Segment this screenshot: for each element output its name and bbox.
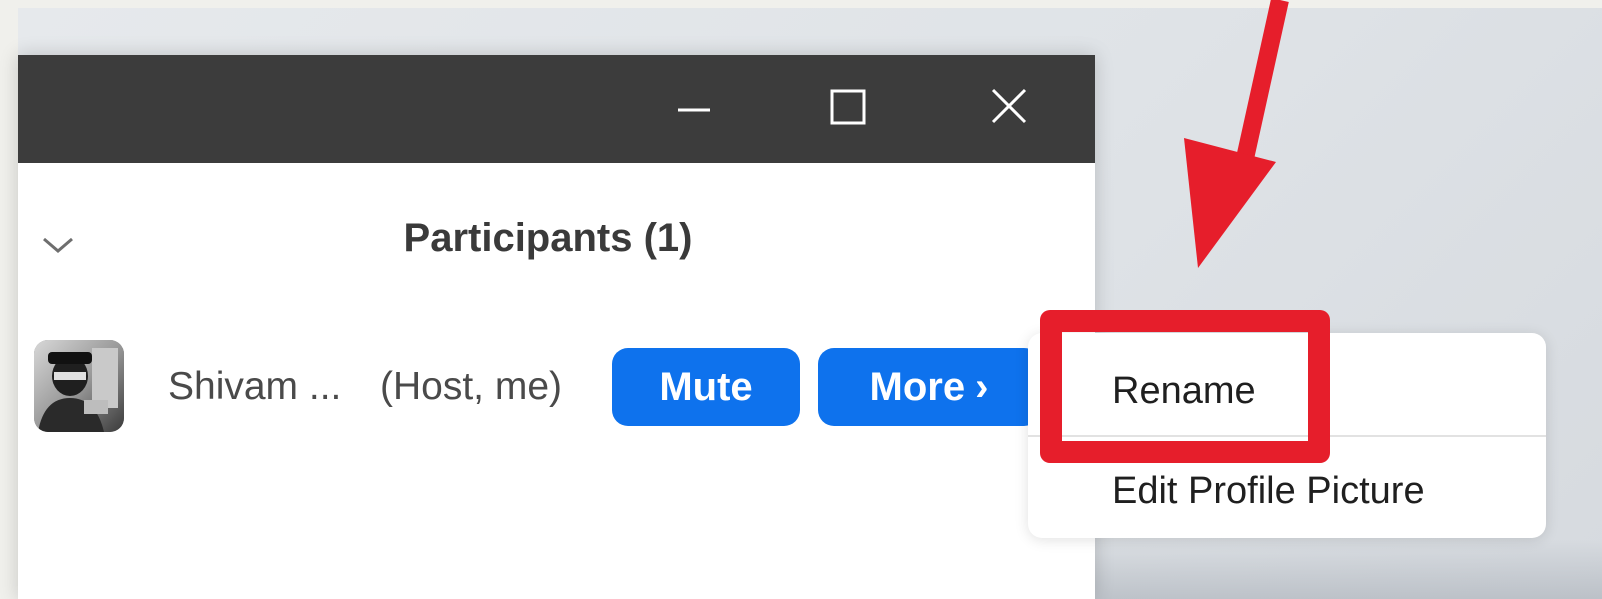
more-label: More — [869, 365, 966, 409]
avatar — [34, 340, 124, 432]
mute-button[interactable]: Mute — [612, 348, 800, 426]
menu-item-edit-profile-picture[interactable]: Edit Profile Picture — [1028, 461, 1546, 521]
more-menu: Rename Edit Profile Picture — [1028, 333, 1546, 538]
panel-title: Participants (1) — [403, 216, 693, 260]
minimize-button[interactable] — [666, 83, 722, 133]
participants-window: Participants (1) Shivam ... (Host, me) M… — [18, 55, 1095, 599]
collapse-panel-button[interactable] — [38, 230, 78, 258]
desktop-shade — [1090, 540, 1602, 599]
maximize-button[interactable] — [820, 83, 876, 133]
participant-row[interactable]: Shivam ... (Host, me) Mute More › — [18, 340, 1095, 440]
participant-role: (Host, me) — [380, 365, 563, 408]
menu-divider — [1028, 435, 1546, 437]
menu-item-rename[interactable]: Rename — [1028, 361, 1546, 421]
maximize-icon — [830, 89, 866, 125]
window-titlebar — [18, 55, 1095, 163]
minimize-icon — [678, 108, 710, 112]
chevron-down-icon — [43, 237, 73, 253]
participant-name: Shivam ... — [168, 365, 342, 408]
close-icon — [991, 88, 1027, 124]
chevron-right-icon: › — [975, 365, 989, 409]
close-button[interactable] — [983, 83, 1039, 133]
more-button[interactable]: More › — [818, 348, 1040, 426]
